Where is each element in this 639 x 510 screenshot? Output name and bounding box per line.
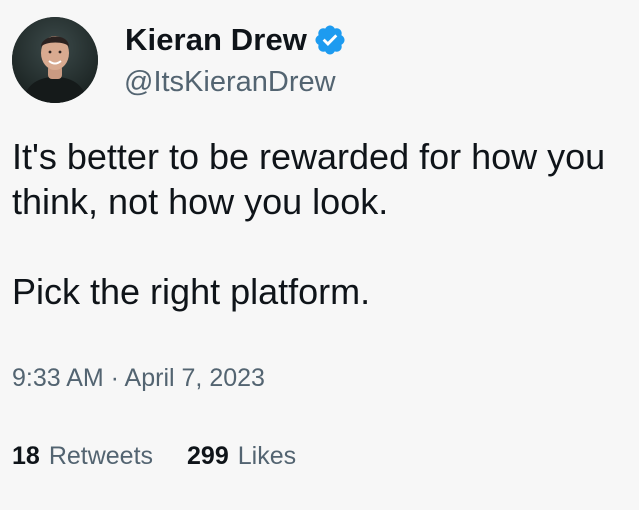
retweets-stat[interactable]: 18 Retweets [12, 442, 153, 471]
tweet-paragraph: It's better to be rewarded for how you t… [12, 136, 606, 222]
retweets-count: 18 [12, 442, 40, 470]
tweet-stats: 18 Retweets 299 Likes [12, 442, 296, 471]
tweet-timestamp[interactable]: 9:33 AM · April 7, 2023 [12, 364, 265, 393]
avatar[interactable] [12, 17, 98, 103]
profile-photo-icon [12, 17, 98, 103]
verified-badge-icon [313, 23, 347, 57]
author-name[interactable]: Kieran Drew [125, 22, 347, 58]
author-handle[interactable]: @ItsKieranDrew [124, 66, 336, 99]
likes-stat[interactable]: 299 Likes [187, 442, 296, 471]
likes-count: 299 [187, 442, 229, 470]
retweets-label: Retweets [48, 442, 154, 470]
likes-label: Likes [237, 442, 297, 470]
tweet-paragraph: Pick the right platform. [12, 271, 371, 312]
author-name-text: Kieran Drew [125, 22, 307, 57]
tweet-card: Kieran Drew @ItsKieranDrew It's better t… [0, 0, 639, 510]
tweet-text: It's better to be rewarded for how you t… [12, 134, 632, 314]
